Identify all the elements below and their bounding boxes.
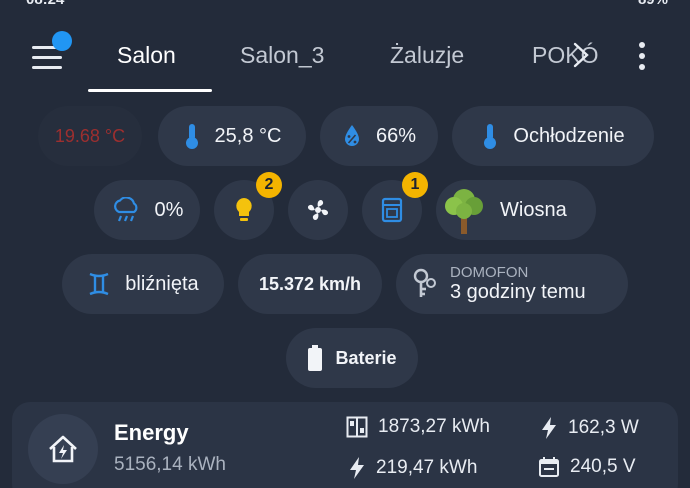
top-bar: Salon Salon_3 Żaluzje POKÓ xyxy=(0,26,690,94)
gemini-icon xyxy=(87,271,111,297)
washer-count-badge: 1 xyxy=(402,172,428,198)
zodiac-value: bliźnięta xyxy=(125,272,199,295)
energy-meter-value: 1873,27 kWh xyxy=(378,416,490,437)
intercom-title: DOMOFON xyxy=(450,263,529,281)
notification-dot xyxy=(52,31,72,51)
power-stat: 162,3 W xyxy=(540,416,639,440)
batteries-chip[interactable]: Baterie xyxy=(286,328,418,388)
climate-mode-value: Ochłodzenie xyxy=(513,124,625,147)
inside-temperature-value: 25,8 °C xyxy=(214,124,282,147)
battery-icon xyxy=(307,344,323,372)
energy-title: Energy xyxy=(114,420,189,445)
washing-machine-icon xyxy=(381,197,403,223)
wind-speed-chip[interactable]: 15.372 km/h xyxy=(238,254,382,314)
energy2-value: 219,47 kWh xyxy=(376,457,478,478)
flash-icon xyxy=(542,417,556,439)
energy2-stat: 219,47 kWh xyxy=(348,456,477,480)
flash-icon xyxy=(350,457,364,479)
calendar-icon xyxy=(539,457,559,477)
key-icon xyxy=(412,267,438,301)
thermometer-icon xyxy=(481,122,499,150)
fan-chip[interactable] xyxy=(288,180,348,240)
power-value: 162,3 W xyxy=(568,417,639,438)
active-tab-indicator xyxy=(88,89,212,92)
lightbulb-icon xyxy=(234,196,254,224)
status-time: 08:24 xyxy=(26,0,64,8)
inside-temperature-chip[interactable]: 25,8 °C xyxy=(158,106,306,166)
humidity-chip[interactable]: 66% xyxy=(320,106,438,166)
status-bar: 08:24 89% xyxy=(0,0,690,10)
meter-icon xyxy=(346,416,368,438)
energy-total: 5156,14 kWh xyxy=(114,454,226,475)
chevron-right-icon[interactable] xyxy=(568,40,594,70)
intercom-chip[interactable]: DOMOFON 3 godziny temu xyxy=(396,254,628,314)
climate-mode-chip[interactable]: Ochłodzenie xyxy=(452,106,654,166)
weather-rain-icon xyxy=(111,197,141,223)
tab-salon[interactable]: Salon xyxy=(117,42,176,69)
energy-meter-stat: 1873,27 kWh xyxy=(346,416,490,438)
water-percent-icon xyxy=(342,123,362,149)
outside-temperature-value: 19.68 °C xyxy=(54,125,126,146)
season-value: Wiosna xyxy=(500,198,567,221)
voltage-stat: 240,5 V xyxy=(538,456,636,478)
lights-count-badge: 2 xyxy=(256,172,282,198)
rain-chip[interactable]: 0% xyxy=(94,180,200,240)
tree-icon xyxy=(442,184,486,236)
humidity-value: 66% xyxy=(375,124,417,147)
overflow-menu-button[interactable] xyxy=(632,40,652,72)
energy-card[interactable]: Energy 5156,14 kWh 1873,27 kWh 162,3 W 2… xyxy=(12,402,678,488)
rain-value: 0% xyxy=(154,198,184,221)
intercom-text: DOMOFON 3 godziny temu xyxy=(450,263,586,304)
thermometer-icon xyxy=(183,122,201,150)
energy-icon-button[interactable] xyxy=(28,414,98,484)
home-lightning-icon xyxy=(49,435,77,463)
voltage-value: 240,5 V xyxy=(570,456,636,477)
intercom-value: 3 godziny temu xyxy=(450,281,586,304)
fan-icon xyxy=(304,196,332,224)
batteries-label: Baterie xyxy=(335,347,397,368)
outside-temperature-chip[interactable]: 19.68 °C xyxy=(38,106,142,166)
wind-speed-value: 15.372 km/h xyxy=(258,273,362,294)
tab-salon-3[interactable]: Salon_3 xyxy=(240,42,324,69)
zodiac-chip[interactable]: bliźnięta xyxy=(62,254,224,314)
tab-zaluzje[interactable]: Żaluzje xyxy=(390,42,464,69)
status-battery: 89% xyxy=(638,0,668,8)
season-chip[interactable]: Wiosna xyxy=(436,180,596,240)
